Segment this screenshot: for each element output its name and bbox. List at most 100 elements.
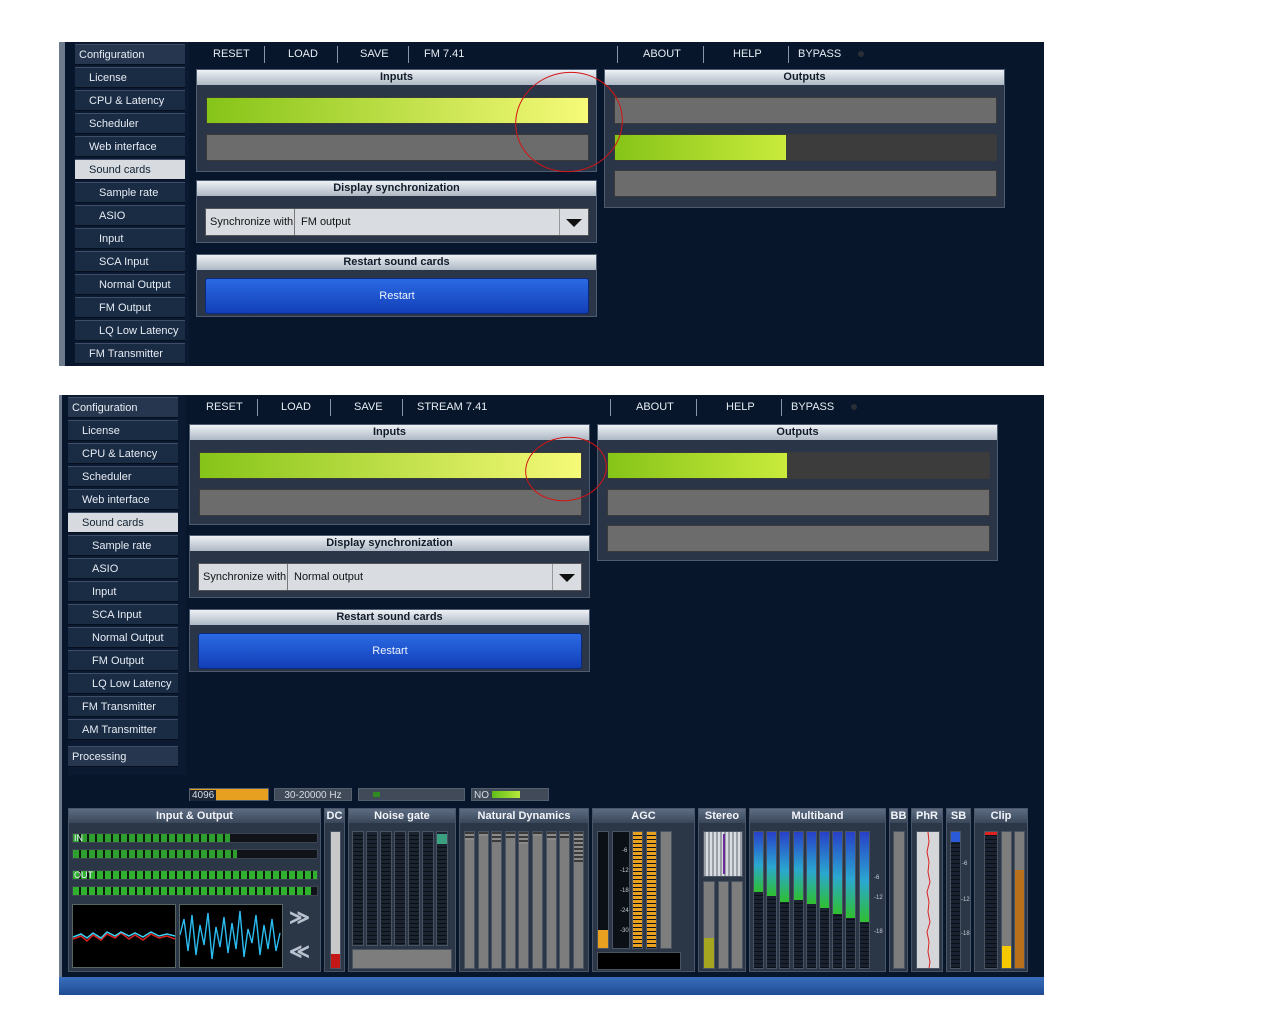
natural-dynamics-fill bbox=[560, 832, 570, 838]
multiband-column bbox=[753, 831, 764, 969]
sidebar-item-fm-output[interactable]: FM Output bbox=[68, 650, 178, 671]
sidebar-item-sca-input[interactable]: SCA Input bbox=[75, 251, 185, 272]
display-sync-panel: Display synchronization Synchronize with… bbox=[189, 535, 590, 598]
phr-title: PhR bbox=[912, 809, 942, 823]
stereo-meter: Stereo bbox=[698, 808, 746, 972]
about-button[interactable]: ABOUT bbox=[643, 42, 681, 66]
clip-column bbox=[1014, 831, 1025, 969]
dc-fill bbox=[331, 954, 340, 968]
output-level-bar-3 bbox=[614, 170, 997, 197]
sidebar-item-sca-input[interactable]: SCA Input bbox=[68, 604, 178, 625]
multiband-column bbox=[845, 831, 857, 969]
in-meter-fill bbox=[73, 850, 237, 858]
output-level-bar-2 bbox=[607, 489, 990, 516]
sidebar-item-normal-output[interactable]: Normal Output bbox=[75, 274, 185, 295]
waveform-trace bbox=[179, 910, 281, 960]
sidebar-item-scheduler[interactable]: Scheduler bbox=[75, 113, 185, 134]
sidebar-item-lq-low-latency[interactable]: LQ Low Latency bbox=[68, 673, 178, 694]
nf-box: NO bbox=[471, 788, 549, 801]
reset-button[interactable]: RESET bbox=[206, 395, 243, 419]
sidebar-item-processing[interactable]: Processing bbox=[68, 746, 178, 767]
agc-gain-column bbox=[632, 831, 643, 949]
toolbar-divider bbox=[610, 399, 611, 416]
stereo-level-column bbox=[718, 881, 729, 969]
sidebar-item-fm-transmitter[interactable]: FM Transmitter bbox=[68, 696, 178, 717]
in-meter-r bbox=[72, 849, 318, 859]
multiband-column bbox=[832, 831, 844, 969]
multiband-column bbox=[779, 831, 791, 969]
bottom-sidebar: Configuration License CPU & Latency Schedul… bbox=[68, 395, 186, 775]
sync-select[interactable]: Synchronize with Normal output bbox=[198, 563, 582, 591]
sidebar-item-license[interactable]: License bbox=[68, 420, 178, 441]
stereo-level-fill bbox=[704, 938, 714, 968]
sidebar-item-fm-output[interactable]: FM Output bbox=[75, 297, 185, 318]
sync-value: Normal output bbox=[294, 571, 364, 583]
load-button[interactable]: LOAD bbox=[281, 395, 311, 419]
chevron-down-icon[interactable] bbox=[559, 209, 588, 235]
dc-column bbox=[330, 831, 341, 969]
sidebar-item-sound-cards[interactable]: Sound cards bbox=[75, 159, 185, 180]
sidebar-item-lq-low-latency[interactable]: LQ Low Latency bbox=[75, 320, 185, 341]
noise-gate-column bbox=[408, 831, 420, 946]
bb-column bbox=[893, 831, 905, 969]
help-button[interactable]: HELP bbox=[726, 395, 755, 419]
natural-dynamics-column bbox=[504, 831, 516, 969]
sidebar-item-configuration[interactable]: Configuration bbox=[68, 397, 178, 418]
sync-select[interactable]: Synchronize with FM output bbox=[205, 208, 589, 236]
sidebar-item-cpu-latency[interactable]: CPU & Latency bbox=[75, 90, 185, 111]
back-arrow-icon[interactable]: ≪ bbox=[289, 939, 310, 964]
phr-trace bbox=[926, 831, 931, 969]
noise-gate-column bbox=[352, 831, 364, 946]
save-button[interactable]: SAVE bbox=[354, 395, 383, 419]
load-button[interactable]: LOAD bbox=[288, 42, 318, 66]
in-label: IN bbox=[74, 833, 83, 843]
input-output-title: Input & Output bbox=[69, 809, 320, 823]
toolbar-divider bbox=[408, 46, 409, 63]
toolbar-divider bbox=[264, 46, 265, 63]
agc-tick: -18 bbox=[620, 888, 629, 894]
outputs-panel: Outputs bbox=[604, 69, 1005, 208]
input-output-meters: Input & Output IN OUT ≫ ≪ bbox=[68, 808, 321, 972]
taskbar bbox=[59, 977, 1044, 995]
restart-button[interactable]: Restart bbox=[198, 633, 582, 669]
sidebar-item-sample-rate[interactable]: Sample rate bbox=[68, 535, 178, 556]
bypass-button[interactable]: BYPASS bbox=[798, 42, 841, 66]
forward-arrow-icon[interactable]: ≫ bbox=[289, 905, 310, 930]
agc-tick: -30 bbox=[620, 928, 629, 934]
about-button[interactable]: ABOUT bbox=[636, 395, 674, 419]
sidebar-item-web-interface[interactable]: Web interface bbox=[68, 489, 178, 510]
sidebar-item-web-interface[interactable]: Web interface bbox=[75, 136, 185, 157]
top-toolbar: RESET LOAD SAVE FM 7.41 ABOUT HELP BYPAS… bbox=[195, 42, 1044, 66]
top-sidebar: Configuration License CPU & Latency Schedul… bbox=[75, 42, 189, 366]
sidebar-item-asio[interactable]: ASIO bbox=[68, 558, 178, 579]
stereo-trace bbox=[723, 834, 725, 874]
sidebar-item-sound-cards[interactable]: Sound cards bbox=[68, 512, 178, 533]
reset-button[interactable]: RESET bbox=[213, 42, 250, 66]
sidebar-item-input[interactable]: Input bbox=[68, 581, 178, 602]
sidebar-item-asio[interactable]: ASIO bbox=[75, 205, 185, 226]
help-button[interactable]: HELP bbox=[733, 42, 762, 66]
sidebar-item-normal-output[interactable]: Normal Output bbox=[68, 627, 178, 648]
frequency-range-box: 30-20000 Hz bbox=[274, 788, 352, 801]
sidebar-item-sample-rate[interactable]: Sample rate bbox=[75, 182, 185, 203]
sidebar-item-license[interactable]: License bbox=[75, 67, 185, 88]
multiband-fill bbox=[846, 832, 856, 918]
sidebar-item-am-transmitter[interactable]: AM Transmitter bbox=[68, 719, 178, 740]
sidebar-item-configuration[interactable]: Configuration bbox=[75, 44, 185, 65]
sidebar-item-fm-transmitter[interactable]: FM Transmitter bbox=[75, 343, 185, 364]
save-button[interactable]: SAVE bbox=[360, 42, 389, 66]
sidebar-item-input[interactable]: Input bbox=[75, 228, 185, 249]
chevron-down-icon[interactable] bbox=[552, 564, 581, 590]
dc-title: DC bbox=[325, 809, 344, 823]
bypass-button[interactable]: BYPASS bbox=[791, 395, 834, 419]
sidebar-item-cpu-latency[interactable]: CPU & Latency bbox=[68, 443, 178, 464]
window-left-edge bbox=[59, 395, 62, 995]
out-meter-r bbox=[72, 886, 318, 896]
phr-meter: PhR bbox=[911, 808, 943, 972]
natural-dynamics-fill bbox=[533, 832, 542, 836]
display-sync-panel: Display synchronization Synchronize with… bbox=[196, 180, 597, 243]
noise-gate-column bbox=[366, 831, 378, 946]
natural-dynamics-fill bbox=[546, 832, 556, 840]
restart-button[interactable]: Restart bbox=[205, 278, 589, 314]
sidebar-item-scheduler[interactable]: Scheduler bbox=[68, 466, 178, 487]
